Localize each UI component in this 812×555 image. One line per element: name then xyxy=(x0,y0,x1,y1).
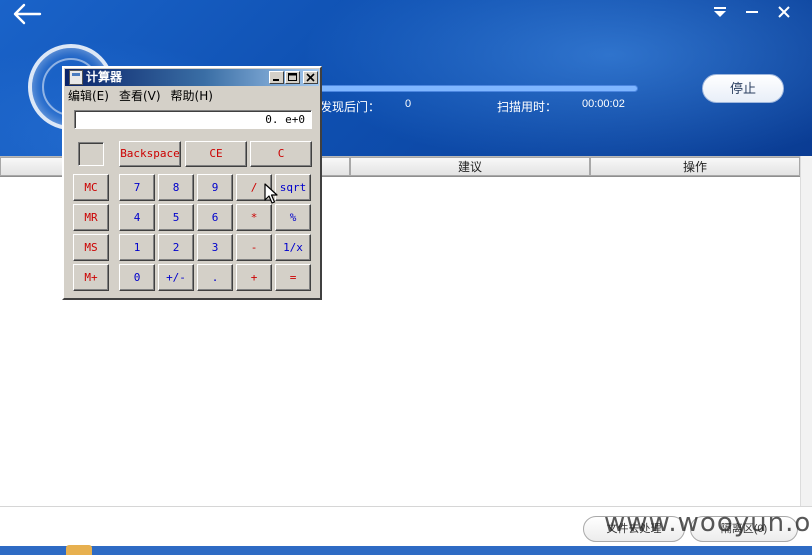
multiply-button[interactable]: * xyxy=(236,204,272,231)
calc-maximize-button[interactable] xyxy=(285,71,300,84)
memory-recall-button[interactable]: MR xyxy=(73,204,109,231)
minimize-icon[interactable] xyxy=(744,4,760,20)
subtract-button[interactable]: - xyxy=(236,234,272,261)
digit-5-button[interactable]: 5 xyxy=(158,204,194,231)
digit-7-button[interactable]: 7 xyxy=(119,174,155,201)
backdoor-found-value: 0 xyxy=(405,98,412,110)
scan-progress-fill xyxy=(317,86,637,91)
reciprocal-button[interactable]: 1/x xyxy=(275,234,311,261)
menu-edit[interactable]: 编辑(E) xyxy=(68,88,109,106)
calculator-display: 0. e+0 xyxy=(74,110,312,129)
scan-time-value: 00:00:02 xyxy=(582,98,625,110)
menu-view[interactable]: 查看(V) xyxy=(119,88,161,106)
back-arrow-icon[interactable] xyxy=(10,2,44,26)
window-controls xyxy=(712,4,792,20)
mouse-cursor-icon xyxy=(264,183,278,204)
close-icon xyxy=(306,73,315,82)
backspace-button[interactable]: Backspace xyxy=(119,141,181,167)
memory-store-button[interactable]: MS xyxy=(73,234,109,261)
equals-button[interactable]: = xyxy=(275,264,311,291)
digit-3-button[interactable]: 3 xyxy=(197,234,233,261)
percent-button[interactable]: % xyxy=(275,204,311,231)
digit-6-button[interactable]: 6 xyxy=(197,204,233,231)
digit-8-button[interactable]: 8 xyxy=(158,174,194,201)
calc-minimize-button[interactable] xyxy=(269,71,284,84)
digit-2-button[interactable]: 2 xyxy=(158,234,194,261)
digit-1-button[interactable]: 1 xyxy=(119,234,155,261)
clear-button[interactable]: C xyxy=(250,141,312,167)
memory-add-button[interactable]: M+ xyxy=(73,264,109,291)
clear-entry-button[interactable]: CE xyxy=(185,141,247,167)
minimize-icon xyxy=(273,79,279,81)
column-header-suggestion[interactable]: 建议 xyxy=(350,157,590,176)
scan-time-label: 扫描用时： xyxy=(497,100,558,114)
calculator-title: 计算器 xyxy=(86,70,123,84)
app-window: 发现后门： 0 扫描用时： 00:00:02 停止 建议 操作 文件去处理 隔离… xyxy=(0,0,812,555)
digit-9-button[interactable]: 9 xyxy=(197,174,233,201)
close-icon[interactable] xyxy=(776,4,792,20)
decimal-point-button[interactable]: . xyxy=(197,264,233,291)
column-header-action[interactable]: 操作 xyxy=(590,157,800,176)
scan-progress-bar xyxy=(316,85,638,92)
sign-toggle-button[interactable]: +/- xyxy=(158,264,194,291)
calculator-window: 计算器 编辑(E) 查看(V) 帮助(H) 0. e+0 Backspace C… xyxy=(62,66,322,300)
add-button[interactable]: + xyxy=(236,264,272,291)
calculator-icon xyxy=(69,70,83,85)
maximize-icon xyxy=(288,73,297,81)
calculator-titlebar[interactable]: 计算器 xyxy=(65,69,319,86)
digit-4-button[interactable]: 4 xyxy=(119,204,155,231)
memory-clear-button[interactable]: MC xyxy=(73,174,109,201)
sqrt-button[interactable]: sqrt xyxy=(275,174,311,201)
results-scrollbar[interactable] xyxy=(800,156,812,506)
backdoor-found-label: 发现后门： xyxy=(320,100,381,114)
memory-indicator xyxy=(78,142,104,166)
stop-button[interactable]: 停止 xyxy=(702,74,784,103)
taskbar-app-icon[interactable] xyxy=(66,545,92,555)
menu-help[interactable]: 帮助(H) xyxy=(171,88,213,106)
digit-0-button[interactable]: 0 xyxy=(119,264,155,291)
calc-close-button[interactable] xyxy=(303,71,318,84)
dropdown-icon[interactable] xyxy=(712,4,728,20)
watermark: www.wooyun.org xyxy=(604,508,812,538)
taskbar xyxy=(0,546,812,555)
calculator-menubar: 编辑(E) 查看(V) 帮助(H) xyxy=(68,88,213,106)
